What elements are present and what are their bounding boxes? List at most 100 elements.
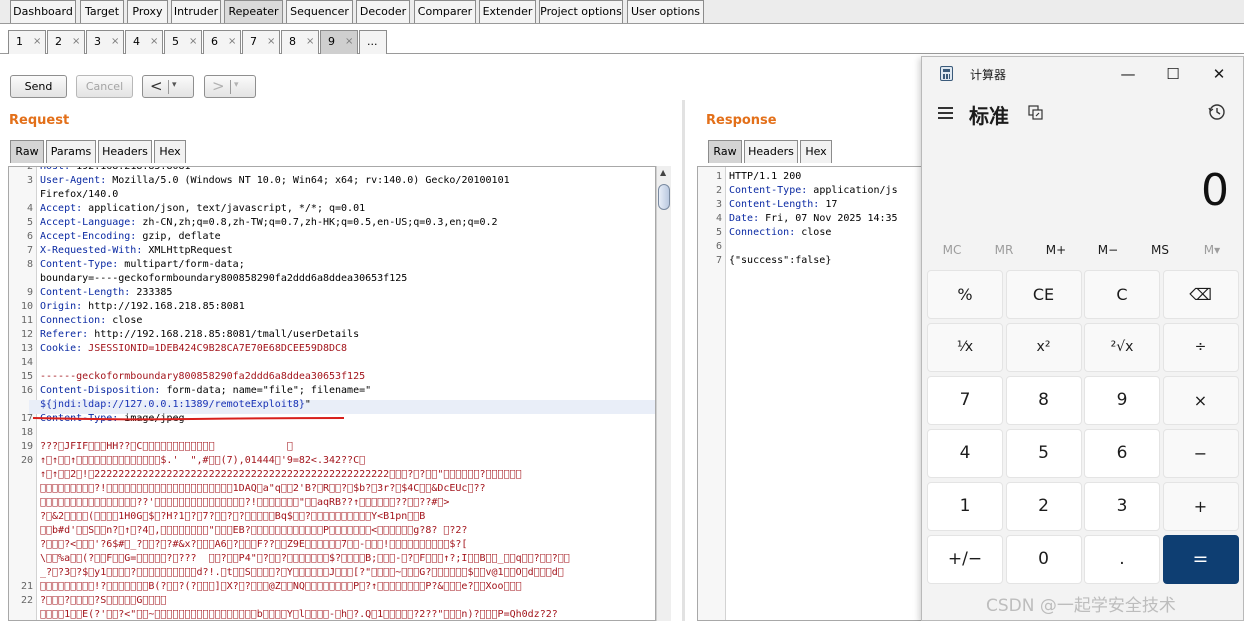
- request-editor[interactable]: 2 Host: 192.168.218.85:8081 3 User-Agent: M…: [8, 166, 656, 621]
- add-key[interactable]: +: [1162, 482, 1239, 531]
- memory-button-4[interactable]: MS: [1136, 243, 1184, 257]
- dropdown-arrow-icon[interactable]: ▾: [234, 80, 239, 90]
- main-tab-target[interactable]: Target: [80, 0, 124, 23]
- response-tab-hex[interactable]: Hex: [800, 140, 832, 163]
- request-tab-headers[interactable]: Headers: [98, 140, 152, 163]
- repeater-tab-7[interactable]: 7 ×: [242, 30, 280, 54]
- digit-0-key[interactable]: 0: [1005, 535, 1082, 584]
- backspace-key[interactable]: ⌫: [1162, 270, 1239, 319]
- history-icon[interactable]: [1208, 103, 1226, 121]
- main-tab-comparer[interactable]: Comparer: [414, 0, 476, 23]
- request-vertical-scrollbar[interactable]: ▲: [656, 166, 671, 621]
- line-number: 2: [715, 185, 722, 196]
- request-line: 9 Content-Length: 233385: [9, 286, 655, 300]
- scroll-up-arrow-icon[interactable]: ▲: [660, 168, 666, 177]
- main-tab-extender[interactable]: Extender: [479, 0, 536, 23]
- repeater-tab-new[interactable]: ...: [359, 30, 387, 54]
- header-name: Host:: [40, 166, 71, 172]
- hamburger-menu-icon[interactable]: [936, 103, 956, 123]
- panel-splitter[interactable]: [682, 100, 685, 621]
- send-button[interactable]: Send: [10, 75, 67, 98]
- request-tab-params[interactable]: Params: [46, 140, 96, 163]
- memory-button-5[interactable]: M▾: [1188, 243, 1236, 257]
- calculator-window: 计算器 — ☐ ✕ 标准 0 MC MR M+ M− MS M▾ % CE C ⌫ ¹⁄x x² ²√…: [921, 56, 1244, 621]
- digit-6-key[interactable]: 6: [1084, 429, 1160, 478]
- subtract-key[interactable]: −: [1162, 429, 1239, 478]
- header-value: _? ?3 ?$ y1    ?          d?!. t  S    ?…: [40, 567, 564, 578]
- header-value: ↑ ↑  ↑              $.' ",#  (7),01444 '…: [40, 455, 366, 466]
- request-line: 19 ??? JFIF   HH?? C              : [9, 440, 655, 454]
- response-line: 7 {"success":false}: [698, 254, 921, 268]
- header-value: ↑ ↑  2 ! 2222222222222222222222222222222…: [40, 469, 522, 480]
- main-tab-proxy[interactable]: Proxy: [127, 0, 168, 23]
- main-tab-dashboard[interactable]: Dashboard: [10, 0, 76, 23]
- keep-on-top-icon[interactable]: [1028, 105, 1043, 120]
- digit-8-key[interactable]: 8: [1005, 376, 1082, 425]
- memory-button-1[interactable]: MR: [980, 243, 1028, 257]
- memory-button-0[interactable]: MC: [928, 243, 976, 257]
- memory-button-2[interactable]: M+: [1032, 243, 1080, 257]
- negate-key[interactable]: +/−: [927, 535, 1003, 584]
- digit-2-key[interactable]: 2: [1005, 482, 1082, 531]
- square-key[interactable]: x²: [1005, 323, 1082, 372]
- close-tab-icon[interactable]: ×: [111, 31, 119, 53]
- clear-entry-key[interactable]: CE: [1005, 270, 1082, 319]
- main-tab-user-options[interactable]: User options: [627, 0, 704, 23]
- history-back-button[interactable]: < ▾: [142, 75, 194, 98]
- close-button[interactable]: ✕: [1199, 61, 1239, 87]
- request-tab-hex[interactable]: Hex: [154, 140, 186, 163]
- history-forward-button[interactable]: > ▾: [204, 75, 256, 98]
- repeater-tab-3[interactable]: 3 ×: [86, 30, 124, 54]
- response-editor[interactable]: 1 HTTP/1.1 200 2 Content-Type: application/…: [697, 166, 922, 621]
- repeater-tab-5[interactable]: 5 ×: [164, 30, 202, 54]
- close-tab-icon[interactable]: ×: [306, 31, 314, 53]
- close-tab-icon[interactable]: ×: [72, 31, 80, 53]
- multiply-key[interactable]: ×: [1162, 376, 1239, 425]
- line-content: _? ?3 ?$ y1    ?          d?!. t  S    ?…: [40, 566, 564, 580]
- square-root-key[interactable]: ²√x: [1084, 323, 1160, 372]
- request-line: 5 Accept-Language: zh-CN,zh;q=0.8,zh-TW;q…: [9, 216, 655, 230]
- memory-button-3[interactable]: M−: [1084, 243, 1132, 257]
- equals-key[interactable]: =: [1162, 535, 1239, 584]
- decimal-key[interactable]: .: [1084, 535, 1160, 584]
- close-tab-icon[interactable]: ×: [267, 31, 275, 53]
- main-tab-repeater[interactable]: Repeater: [224, 0, 283, 23]
- main-tab-decoder[interactable]: Decoder: [356, 0, 410, 23]
- repeater-tab-9[interactable]: 9 ×: [320, 30, 358, 54]
- digit-1-key[interactable]: 1: [927, 482, 1003, 531]
- response-tab-raw[interactable]: Raw: [708, 140, 742, 163]
- close-tab-icon[interactable]: ×: [228, 31, 236, 53]
- digit-5-key[interactable]: 5: [1005, 429, 1082, 478]
- response-tab-headers[interactable]: Headers: [744, 140, 798, 163]
- main-tab-intruder[interactable]: Intruder: [171, 0, 221, 23]
- main-tab-sequencer[interactable]: Sequencer: [286, 0, 353, 23]
- divide-key[interactable]: ÷: [1162, 323, 1239, 372]
- request-tab-raw[interactable]: Raw: [10, 140, 44, 163]
- digit-4-key[interactable]: 4: [927, 429, 1003, 478]
- scrollbar-thumb[interactable]: [658, 184, 670, 210]
- digit-3-key[interactable]: 3: [1084, 482, 1160, 531]
- line-content: Origin: http://192.168.218.85:8081: [40, 300, 245, 314]
- cancel-button[interactable]: Cancel: [76, 75, 133, 98]
- maximize-button[interactable]: ☐: [1153, 61, 1193, 87]
- line-number: 1: [715, 171, 722, 182]
- repeater-tab-4[interactable]: 4 ×: [125, 30, 163, 54]
- clear-key[interactable]: C: [1084, 270, 1160, 319]
- digit-9-key[interactable]: 9: [1084, 376, 1160, 425]
- repeater-tab-2[interactable]: 2 ×: [47, 30, 85, 54]
- repeater-tab-6[interactable]: 6 ×: [203, 30, 241, 54]
- minimize-button[interactable]: —: [1108, 61, 1148, 87]
- main-tab-project-options[interactable]: Project options: [539, 0, 623, 23]
- digit-7-key[interactable]: 7: [927, 376, 1003, 425]
- reciprocal-key[interactable]: ¹⁄x: [927, 323, 1003, 372]
- dropdown-arrow-icon[interactable]: ▾: [172, 80, 177, 90]
- close-tab-icon[interactable]: ×: [189, 31, 197, 53]
- percent-key[interactable]: %: [927, 270, 1003, 319]
- repeater-tab-8[interactable]: 8 ×: [281, 30, 319, 54]
- close-tab-icon[interactable]: ×: [345, 31, 353, 53]
- close-tab-icon[interactable]: ×: [33, 31, 41, 53]
- close-tab-icon[interactable]: ×: [150, 31, 158, 53]
- line-number: 6: [26, 231, 33, 242]
- line-number: 15: [20, 371, 33, 382]
- repeater-tab-1[interactable]: 1 ×: [8, 30, 46, 54]
